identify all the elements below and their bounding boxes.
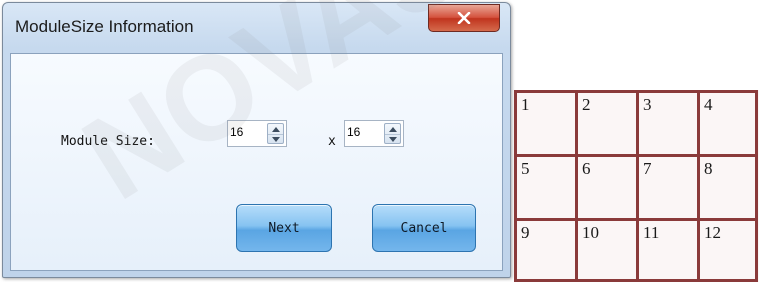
next-button[interactable]: Next [236, 204, 332, 252]
module-grid: 1 2 3 4 5 6 7 8 9 10 11 12 [514, 90, 759, 282]
grid-cell: 3 [636, 90, 697, 154]
module-height-value: 16 [347, 125, 361, 139]
grid-cell: 9 [514, 218, 575, 282]
grid-cell: 11 [636, 218, 697, 282]
height-spin-buttons [384, 123, 401, 144]
arrow-up-icon [388, 126, 397, 132]
grid-cell: 5 [514, 154, 575, 218]
height-decrement-button[interactable] [385, 134, 400, 144]
grid-cell: 6 [575, 154, 636, 218]
module-width-spinbox[interactable]: 16 [227, 120, 287, 147]
arrow-down-icon [271, 136, 280, 142]
width-decrement-button[interactable] [268, 134, 283, 144]
module-size-label: Module Size: [61, 134, 155, 149]
close-icon [457, 12, 471, 24]
arrow-down-icon [388, 136, 397, 142]
module-height-spinbox[interactable]: 16 [344, 120, 404, 147]
close-button[interactable] [428, 4, 500, 32]
grid-cell: 10 [575, 218, 636, 282]
width-spin-buttons [267, 123, 284, 144]
dialog-content: Module Size: 16 x 16 Next Cancel [10, 53, 503, 271]
grid-cell: 4 [697, 90, 758, 154]
grid-cell: 8 [697, 154, 758, 218]
grid-cell: 2 [575, 90, 636, 154]
module-size-dialog: ModuleSize Information Module Size: 16 x… [2, 2, 511, 278]
grid-cell: 1 [514, 90, 575, 154]
cancel-button[interactable]: Cancel [372, 204, 476, 252]
arrow-up-icon [271, 126, 280, 132]
size-separator: x [328, 134, 336, 149]
dialog-title: ModuleSize Information [15, 17, 194, 36]
grid-cell: 7 [636, 154, 697, 218]
module-width-value: 16 [230, 125, 244, 139]
grid-cell: 12 [697, 218, 758, 282]
